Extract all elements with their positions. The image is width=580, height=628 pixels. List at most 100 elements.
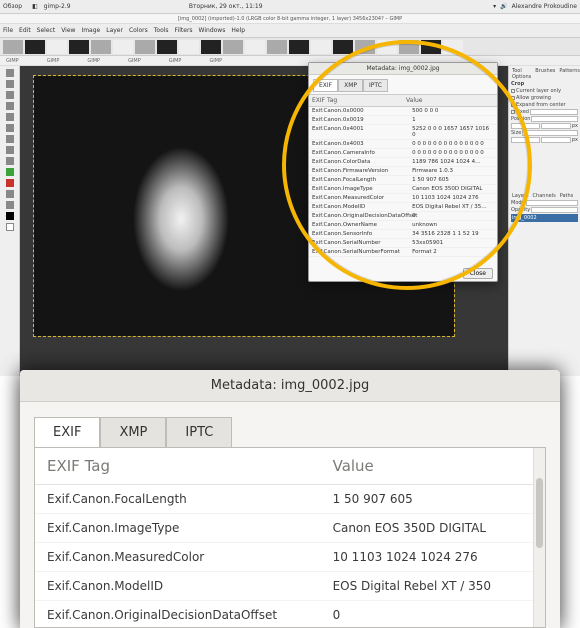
cell-val: Canon EOS 350D DIGITAL [321,514,545,543]
field[interactable] [541,123,570,129]
gimp-menu[interactable]: File Edit Select View Image Layer Colors Tools F… [0,24,580,38]
menu-windows[interactable]: Windows [199,27,226,34]
panel-tab[interactable]: Paths [559,193,575,199]
tab-iptc[interactable]: IPTC [166,417,232,448]
tool-icon[interactable] [6,146,14,154]
menu-file[interactable]: File [3,27,13,34]
close-button[interactable]: Close [463,268,493,279]
field[interactable] [530,109,578,115]
panel-tab[interactable]: Layers [511,193,530,199]
field[interactable] [511,123,540,129]
metadata-dialog-small[interactable]: Metadata: img_0002.jpg EXIFXMPIPTC EXIF … [308,62,498,282]
gimp-toolbox[interactable] [0,66,20,376]
table-row[interactable]: Exif.Canon.0x00191 [309,116,497,125]
tool-icon[interactable] [6,157,14,165]
table-row[interactable]: Exif.Canon.MeasuredColor10 1103 1024 102… [35,543,545,572]
tool-icon[interactable] [6,113,14,121]
tool-icon[interactable] [6,201,14,209]
table-row[interactable]: Exif.Canon.0x0000500 0 0 0 [309,107,497,116]
table-row[interactable]: Exif.Canon.SerialNumber53xx05901 [309,239,497,248]
position-label: Position [511,116,530,122]
checkbox[interactable] [511,96,515,100]
menu-help[interactable]: Help [231,27,245,34]
tool-icon[interactable] [6,124,14,132]
table-row[interactable]: Exif.Canon.OwnerNameunknown [309,221,497,230]
tool-icon[interactable] [6,190,14,198]
field[interactable] [531,207,578,213]
table-row[interactable]: Exif.Canon.ModelIDEOS Digital Rebel XT /… [35,572,545,601]
field[interactable] [531,116,578,122]
table-row[interactable]: Exif.Canon.MeasuredColor10 1103 1024 102… [309,194,497,203]
layer-item[interactable]: img_0002 [511,214,578,222]
field[interactable] [541,137,570,143]
checkbox[interactable] [511,110,515,114]
tool-icon[interactable] [6,179,14,187]
metadata-dialog-large[interactable]: Metadata: img_0002.jpg EXIFXMPIPTC EXIF … [20,370,560,628]
tool-icon[interactable] [6,168,14,176]
unit-label: px [572,123,578,129]
col-header-tag[interactable]: EXIF Tag [35,448,321,485]
tool-icon[interactable] [6,69,14,77]
dialog-titlebar[interactable]: Metadata: img_0002.jpg [309,63,497,75]
cell-tag: Exif.Canon.ModelID [312,204,412,210]
table-row[interactable]: Exif.Canon.0x40030 0 0 0 0 0 0 0 0 0 0 0… [309,140,497,149]
table-row[interactable]: Exif.Canon.OriginalDecisionDataOffset0 [35,601,545,628]
bg-color-swatch[interactable] [6,223,14,231]
checkbox[interactable] [511,89,515,93]
panel-tab[interactable]: Patterns [558,68,580,80]
clock[interactable]: Вторник, 29 окт., 11:19 [189,3,263,10]
dialog-titlebar[interactable]: Metadata: img_0002.jpg [20,370,560,402]
cell-val: 34 3516 2328 1 1 52 19 [412,231,494,237]
panel-tab[interactable]: Channels [532,193,557,199]
fg-color-swatch[interactable] [6,212,14,220]
field[interactable] [511,137,540,143]
menu-filters[interactable]: Filters [175,27,193,34]
panel-tab[interactable]: Tool Options [511,68,532,80]
cell-tag: Exif.Canon.FocalLength [35,485,321,514]
table-row[interactable]: Exif.Canon.FocalLength1 50 907 605 [309,176,497,185]
field[interactable] [522,130,578,136]
table-row[interactable]: Exif.Canon.SerialNumberFormatFormat 2 [309,248,497,257]
table-row[interactable]: Exif.Canon.ImageTypeCanon EOS 350D DIGIT… [309,185,497,194]
menu-edit[interactable]: Edit [19,27,31,34]
table-row[interactable]: Exif.Canon.ImageTypeCanon EOS 350D DIGIT… [35,514,545,543]
gimp-right-panel[interactable]: Tool OptionsBrushesPatterns Crop Current… [508,66,580,376]
gimp-thumbnails[interactable] [0,38,580,56]
tool-icon[interactable] [6,135,14,143]
activities-label[interactable]: Обзор [3,3,22,10]
dialog-tabs[interactable]: EXIFXMPIPTC [20,402,560,447]
table-row[interactable]: Exif.Canon.0x40015252 0 0 0 1657 1657 10… [309,125,497,140]
sound-icon[interactable]: 🔊 [500,3,507,10]
menu-image[interactable]: Image [81,27,100,34]
table-row[interactable]: Exif.Canon.FocalLength1 50 907 605 [35,485,545,514]
menu-select[interactable]: Select [37,27,56,34]
dialog-tabs[interactable]: EXIFXMPIPTC [309,75,497,92]
tab-xmp[interactable]: XMP [338,79,363,92]
scrollbar[interactable] [533,448,545,627]
col-header-val[interactable]: Value [321,448,545,485]
network-icon[interactable]: ▾ [493,3,496,10]
menu-tools[interactable]: Tools [154,27,169,34]
menu-layer[interactable]: Layer [106,27,123,34]
panel-tab[interactable]: Brushes [534,68,556,80]
scrollbar-thumb[interactable] [536,478,543,548]
tab-exif[interactable]: EXIF [313,79,338,92]
checkbox[interactable] [511,103,515,107]
menu-view[interactable]: View [61,27,75,34]
tab-exif[interactable]: EXIF [34,417,100,448]
tab-iptc[interactable]: IPTC [363,79,388,92]
table-row[interactable]: Exif.Canon.ModelIDEOS Digital Rebel XT /… [309,203,497,212]
table-row[interactable]: Exif.Canon.CameraInfo0 0 0 0 0 0 0 0 0 0… [309,149,497,158]
table-row[interactable]: Exif.Canon.OriginalDecisionDataOffset0 [309,212,497,221]
menu-colors[interactable]: Colors [129,27,148,34]
tool-icon[interactable] [6,91,14,99]
tool-icon[interactable] [6,80,14,88]
tab-xmp[interactable]: XMP [100,417,166,448]
table-row[interactable]: Exif.Canon.ColorData1189 786 1024 1024 4… [309,158,497,167]
table-row[interactable]: Exif.Canon.SensorInfo34 3516 2328 1 1 52… [309,230,497,239]
field[interactable] [526,200,578,206]
gimp-app-title[interactable]: gimp-2.9 [44,3,71,10]
user-label[interactable]: Alexandre Prokoudine [512,3,577,10]
table-row[interactable]: Exif.Canon.FirmwareVersionFirmware 1.0.3 [309,167,497,176]
tool-icon[interactable] [6,102,14,110]
